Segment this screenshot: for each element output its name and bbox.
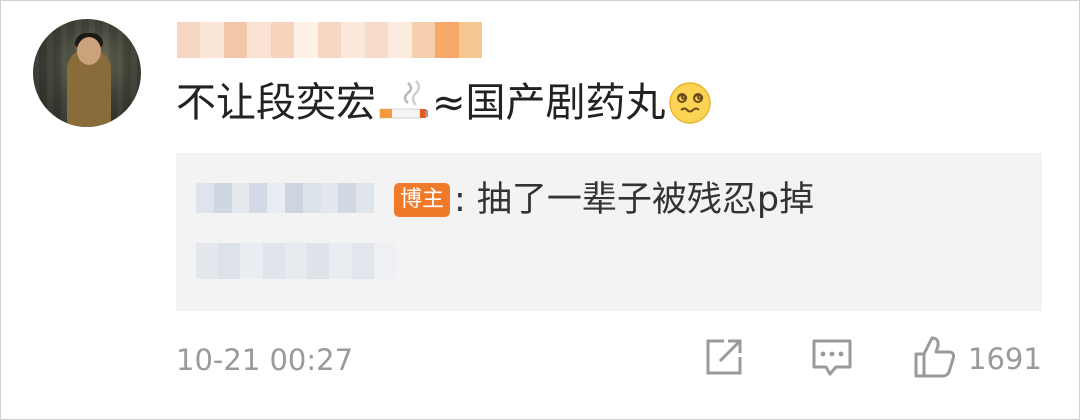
reply-text: : 抽了一辈子被残忍p掉	[454, 180, 815, 220]
comment-text-after: ≈国产剧药丸	[432, 80, 666, 126]
author-name-blurred[interactable]	[177, 22, 483, 58]
timestamp: 10-21 00:27	[176, 343, 354, 377]
share-icon	[702, 335, 746, 383]
comment-button[interactable]	[810, 336, 856, 382]
share-button[interactable]	[702, 336, 748, 382]
avatar[interactable]	[33, 19, 141, 127]
dizzy-face-icon	[668, 81, 712, 125]
comment-text: 不让段奕宏 ≈国产剧药丸	[176, 78, 712, 128]
like-count: 1691	[968, 342, 1042, 376]
cigarette-icon	[378, 79, 430, 127]
comment-text-main: 不让段奕宏	[176, 80, 376, 126]
comment-icon	[810, 335, 854, 383]
like-button[interactable]: 1691	[912, 336, 1052, 382]
reply-author-blurred[interactable]	[196, 183, 374, 213]
reply-box[interactable]: 博主 : 抽了一辈子被残忍p掉	[176, 153, 1042, 311]
author-badge: 博主	[394, 183, 450, 217]
reply-meta-blurred[interactable]	[196, 243, 396, 279]
like-icon	[912, 334, 958, 384]
